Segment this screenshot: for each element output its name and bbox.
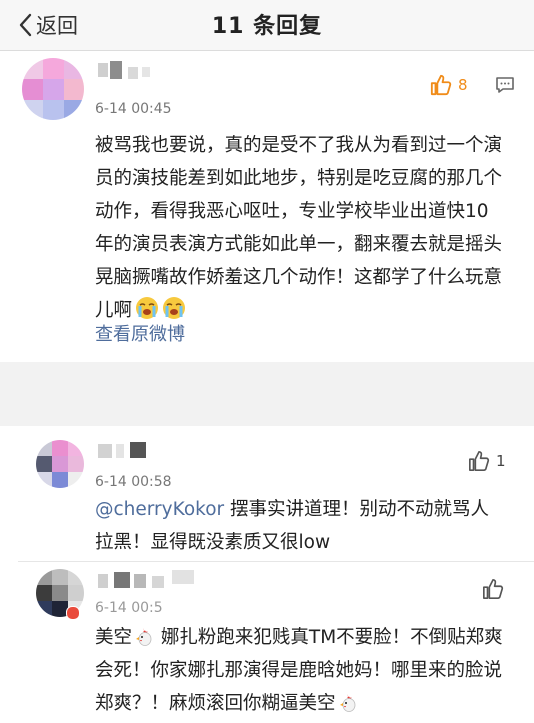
reply-time: 6-14 00:5 (95, 600, 163, 616)
main-comment-card: 6-14 00:45 8 被骂我也要说，真的是受不了我从为看到过一个演员的演技能… (0, 51, 534, 362)
comment-text: 被骂我也要说，真的是受不了我从为看到过一个演员的演技能差到如此地步，特别是吃豆腐… (95, 135, 503, 321)
avatar[interactable] (22, 58, 84, 120)
like-count: 1 (496, 452, 506, 470)
comment-body: 被骂我也要说，真的是受不了我从为看到过一个演员的演技能差到如此地步，特别是吃豆腐… (95, 129, 505, 327)
thumbs-up-icon (469, 451, 490, 471)
like-button[interactable]: 1 (468, 450, 506, 472)
view-original-post-link[interactable]: 查看原微博 (95, 320, 185, 346)
divider (18, 561, 534, 562)
like-button[interactable]: 8 (430, 74, 468, 96)
replies-card: 6-14 00:58 1 @cherryKokor 摆事实讲道理！别动不动就骂人… (0, 426, 534, 723)
username-mosaic[interactable] (98, 568, 198, 598)
crying-emoji-icon (163, 297, 186, 319)
verified-badge (66, 606, 80, 620)
reply-body: @cherryKokor 摆事实讲道理！别动不动就骂人拉黑！显得既没素质又很lo… (95, 493, 505, 559)
mention-link[interactable]: @cherryKokor (95, 499, 224, 520)
reply-time: 6-14 00:58 (95, 474, 172, 490)
crying-emoji-icon (136, 297, 159, 319)
like-count: 8 (458, 76, 468, 94)
top-nav-bar: 返回 11 条回复 (0, 0, 534, 51)
comment-icon[interactable] (495, 75, 515, 95)
thumbs-up-icon (483, 579, 504, 599)
avatar[interactable] (36, 440, 84, 488)
rooster-emoji-icon (339, 694, 355, 712)
reply-text: 娜扎粉跑来犯贱真TM不要脸！不倒贴郑爽会死！你家娜扎那演得是鹿晗她妈！哪里来的脸… (95, 627, 503, 714)
page-title: 11 条回复 (211, 14, 323, 39)
comment-time: 6-14 00:45 (95, 101, 172, 117)
reply-text-prefix: 美空 (95, 627, 133, 648)
reply-body: 美空 娜扎粉跑来犯贱真TM不要脸！不倒贴郑爽会死！你家娜扎那演得是鹿晗她妈！哪里… (95, 621, 505, 720)
thumbs-up-icon (430, 74, 452, 96)
username-mosaic[interactable] (98, 59, 168, 93)
rooster-emoji-icon (136, 628, 152, 646)
like-button[interactable] (482, 578, 510, 600)
username-mosaic[interactable] (98, 440, 158, 464)
